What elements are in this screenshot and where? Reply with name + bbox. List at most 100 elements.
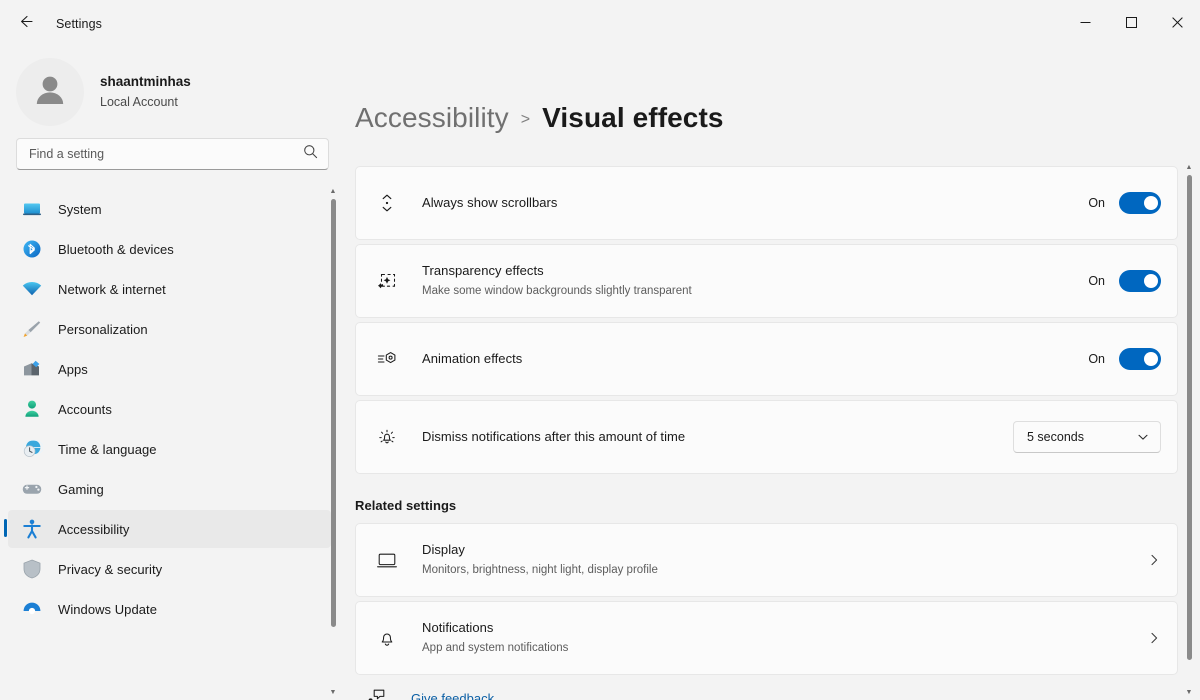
sidebar-item-label: Network & internet — [58, 282, 166, 297]
maximize-button[interactable] — [1108, 0, 1154, 48]
bell-icon — [374, 627, 400, 649]
system-icon — [20, 197, 44, 221]
minimize-button[interactable] — [1062, 0, 1108, 48]
sidebar-item-time-language[interactable]: Time & language — [8, 430, 331, 468]
breadcrumb-parent[interactable]: Accessibility — [355, 102, 509, 134]
search-icon[interactable] — [303, 144, 318, 164]
sidebar-item-accessibility[interactable]: Accessibility — [8, 510, 331, 548]
related-row-display[interactable]: Display Monitors, brightness, night ligh… — [355, 523, 1178, 597]
sidebar-nav: System Bluetooth & devices — [0, 180, 345, 700]
setting-subtitle: Make some window backgrounds slightly tr… — [422, 283, 1088, 300]
scroll-down-arrow-icon[interactable]: ▼ — [330, 687, 337, 698]
related-subtitle: Monitors, brightness, night light, displ… — [422, 562, 1147, 579]
main-content: Accessibility > Visual effects — [345, 48, 1200, 700]
main-scrollbar-track[interactable] — [1183, 173, 1195, 687]
paintbrush-icon — [20, 317, 44, 341]
sidebar-item-privacy-security[interactable]: Privacy & security — [8, 550, 331, 588]
main-scrollbar[interactable]: ▲ ▼ — [1182, 162, 1196, 698]
sidebar-item-label: Bluetooth & devices — [58, 242, 174, 257]
feedback-icon — [363, 688, 389, 700]
setting-control: 5 seconds — [1013, 421, 1161, 453]
sidebar-item-label: System — [58, 202, 102, 217]
setting-text: Always show scrollbars — [422, 194, 1088, 213]
sidebar-item-bluetooth-devices[interactable]: Bluetooth & devices — [8, 230, 331, 268]
toggle-state-label: On — [1088, 196, 1105, 210]
scroll-up-arrow-icon[interactable]: ▲ — [1186, 162, 1193, 173]
sidebar-item-label: Time & language — [58, 442, 157, 457]
scrollbar-icon — [374, 192, 400, 214]
sidebar-item-system[interactable]: System — [8, 190, 331, 228]
give-feedback-link[interactable]: Give feedback — [411, 691, 494, 700]
setting-row-animation-effects[interactable]: Animation effects On — [355, 322, 1178, 396]
sidebar-item-apps[interactable]: Apps — [8, 350, 331, 388]
transparency-effects-toggle[interactable] — [1119, 270, 1161, 292]
related-row-notifications[interactable]: Notifications App and system notificatio… — [355, 601, 1178, 675]
related-title: Display — [422, 541, 1147, 560]
scroll-up-arrow-icon[interactable]: ▲ — [330, 186, 337, 197]
notification-timer-icon — [374, 426, 400, 448]
related-title: Notifications — [422, 619, 1147, 638]
setting-title: Animation effects — [422, 350, 1088, 369]
always-show-scrollbars-toggle[interactable] — [1119, 192, 1161, 214]
sidebar-scrollbar[interactable]: ▲ ▼ — [327, 186, 339, 698]
main-scroll-region: Accessibility > Visual effects — [345, 48, 1200, 700]
gamepad-icon — [20, 477, 44, 501]
toggle-knob — [1144, 196, 1158, 210]
sidebar-item-personalization[interactable]: Personalization — [8, 310, 331, 348]
toggle-knob — [1144, 274, 1158, 288]
setting-control: On — [1088, 192, 1161, 214]
main-scrollbar-thumb[interactable] — [1187, 175, 1192, 660]
apps-icon — [20, 357, 44, 381]
settings-window: Settings — [0, 0, 1200, 700]
chevron-down-icon — [1137, 431, 1149, 443]
account-name: shaantminhas — [100, 73, 191, 91]
account-type: Local Account — [100, 93, 191, 111]
app-title: Settings — [56, 17, 102, 31]
animation-effects-toggle[interactable] — [1119, 348, 1161, 370]
sidebar-item-gaming[interactable]: Gaming — [8, 470, 331, 508]
sidebar-item-label: Accessibility — [58, 522, 129, 537]
animation-icon — [374, 348, 400, 370]
account-section[interactable]: shaantminhas Local Account — [0, 48, 345, 124]
setting-title: Always show scrollbars — [422, 194, 1088, 213]
setting-row-always-show-scrollbars[interactable]: Always show scrollbars On — [355, 166, 1178, 240]
shield-icon — [20, 557, 44, 581]
feedback-section: Give feedback — [355, 683, 1178, 700]
sidebar-scrollbar-track[interactable] — [327, 197, 339, 687]
scroll-down-arrow-icon[interactable]: ▼ — [1186, 687, 1193, 698]
sidebar-item-label: Apps — [58, 362, 88, 377]
search-input[interactable] — [29, 147, 303, 161]
minimize-icon — [1080, 15, 1091, 33]
related-settings-list: Display Monitors, brightness, night ligh… — [355, 523, 1178, 675]
wifi-icon — [20, 277, 44, 301]
toggle-knob — [1144, 352, 1158, 366]
toggle-state-label: On — [1088, 352, 1105, 366]
back-button[interactable] — [6, 8, 46, 40]
windows-update-icon — [20, 597, 44, 621]
dismiss-notifications-dropdown[interactable]: 5 seconds — [1013, 421, 1161, 453]
sidebar-item-label: Accounts — [58, 402, 112, 417]
close-button[interactable] — [1154, 0, 1200, 48]
back-arrow-icon — [18, 13, 35, 35]
related-subtitle: App and system notifications — [422, 640, 1147, 657]
chevron-right-icon — [1147, 553, 1161, 567]
setting-control: On — [1088, 348, 1161, 370]
sidebar-item-label: Personalization — [58, 322, 148, 337]
setting-row-transparency-effects[interactable]: Transparency effects Make some window ba… — [355, 244, 1178, 318]
setting-row-dismiss-notifications[interactable]: Dismiss notifications after this amount … — [355, 400, 1178, 474]
sidebar-scrollbar-thumb[interactable] — [331, 199, 336, 627]
search-box[interactable] — [16, 138, 329, 170]
sidebar-item-network-internet[interactable]: Network & internet — [8, 270, 331, 308]
toggle-state-label: On — [1088, 274, 1105, 288]
sidebar-item-windows-update[interactable]: Windows Update — [8, 590, 331, 628]
setting-text: Transparency effects Make some window ba… — [422, 262, 1088, 300]
window-body: shaantminhas Local Account — [0, 48, 1200, 700]
sidebar-item-accounts[interactable]: Accounts — [8, 390, 331, 428]
page-title: Visual effects — [542, 102, 723, 134]
breadcrumb: Accessibility > Visual effects — [345, 48, 1200, 134]
account-text: shaantminhas Local Account — [100, 73, 191, 110]
title-bar: Settings — [0, 0, 1200, 48]
monitor-icon — [374, 549, 400, 571]
setting-title: Transparency effects — [422, 262, 1088, 281]
setting-text: Animation effects — [422, 350, 1088, 369]
